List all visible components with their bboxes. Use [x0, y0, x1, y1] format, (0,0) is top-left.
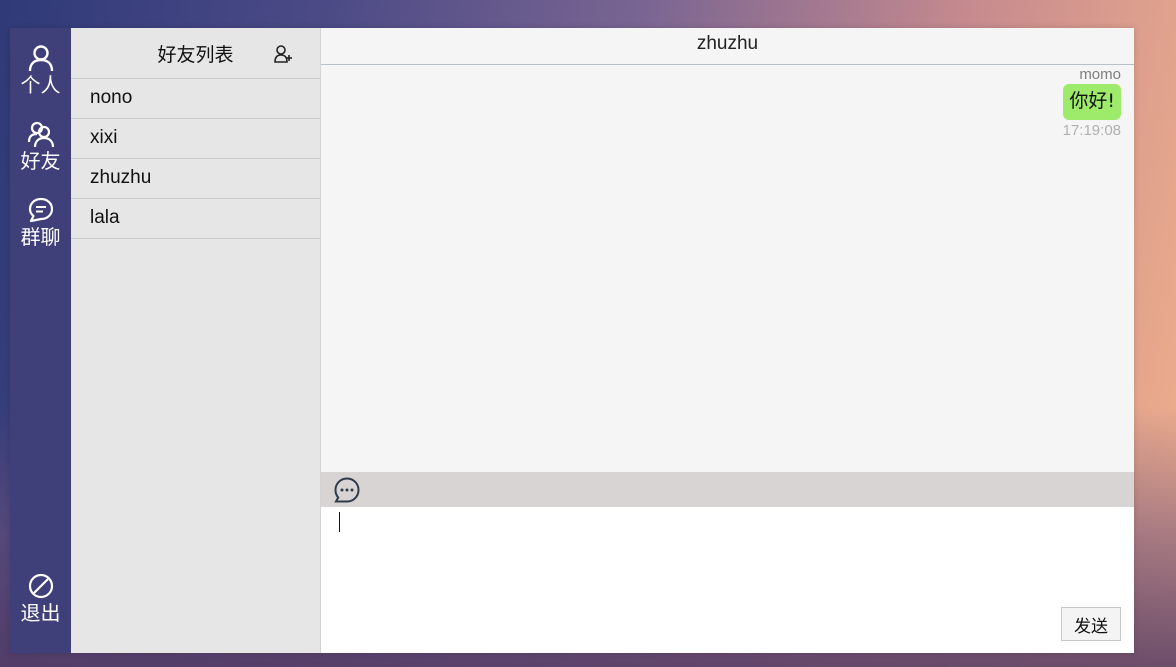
friend-item-xixi[interactable]: xixi — [71, 119, 320, 159]
add-user-icon[interactable] — [273, 44, 293, 64]
chat-bubble-icon — [28, 197, 53, 223]
nav-friends[interactable]: 好友 — [10, 120, 71, 172]
input-toolbar — [321, 472, 1134, 507]
nav-logout[interactable]: 退出 — [10, 572, 71, 624]
friend-item-nono[interactable]: nono — [71, 79, 320, 119]
chat-panel: zhuzhu momo 你好! 17:19:08 发送 — [321, 28, 1134, 653]
message-input-area: 发送 — [321, 507, 1134, 653]
message-input[interactable] — [321, 507, 1134, 653]
sidebar-nav: 个人 好友 群聊 退出 — [10, 28, 71, 653]
nav-logout-label: 退出 — [20, 601, 61, 625]
more-chat-icon[interactable] — [334, 477, 360, 503]
nav-friends-label: 好友 — [20, 149, 61, 173]
message-list: momo 你好! 17:19:08 — [321, 65, 1134, 472]
friend-item-lala[interactable]: lala — [71, 199, 320, 239]
friend-list-header: 好友列表 — [71, 28, 320, 79]
chat-title: zhuzhu — [321, 28, 1134, 65]
message-bubble: 你好! — [1063, 84, 1121, 120]
ban-icon — [28, 573, 53, 599]
message-sender: momo — [1079, 66, 1121, 83]
message-item: momo 你好! 17:19:08 — [1063, 67, 1121, 140]
message-timestamp: 17:19:08 — [1062, 122, 1121, 139]
friend-item-zhuzhu[interactable]: zhuzhu — [71, 159, 320, 199]
user-icon — [28, 45, 53, 72]
users-icon — [27, 121, 54, 148]
nav-groups[interactable]: 群聊 — [10, 196, 71, 248]
send-button[interactable]: 发送 — [1061, 607, 1121, 641]
nav-profile[interactable]: 个人 — [10, 44, 71, 96]
chat-app-window: 个人 好友 群聊 退出 好友列表 nono xixi zhuzhu lala z… — [10, 28, 1134, 653]
nav-groups-label: 群聊 — [20, 225, 61, 249]
friend-list-panel: 好友列表 nono xixi zhuzhu lala — [71, 28, 321, 653]
text-caret — [339, 512, 340, 532]
nav-profile-label: 个人 — [20, 73, 61, 97]
